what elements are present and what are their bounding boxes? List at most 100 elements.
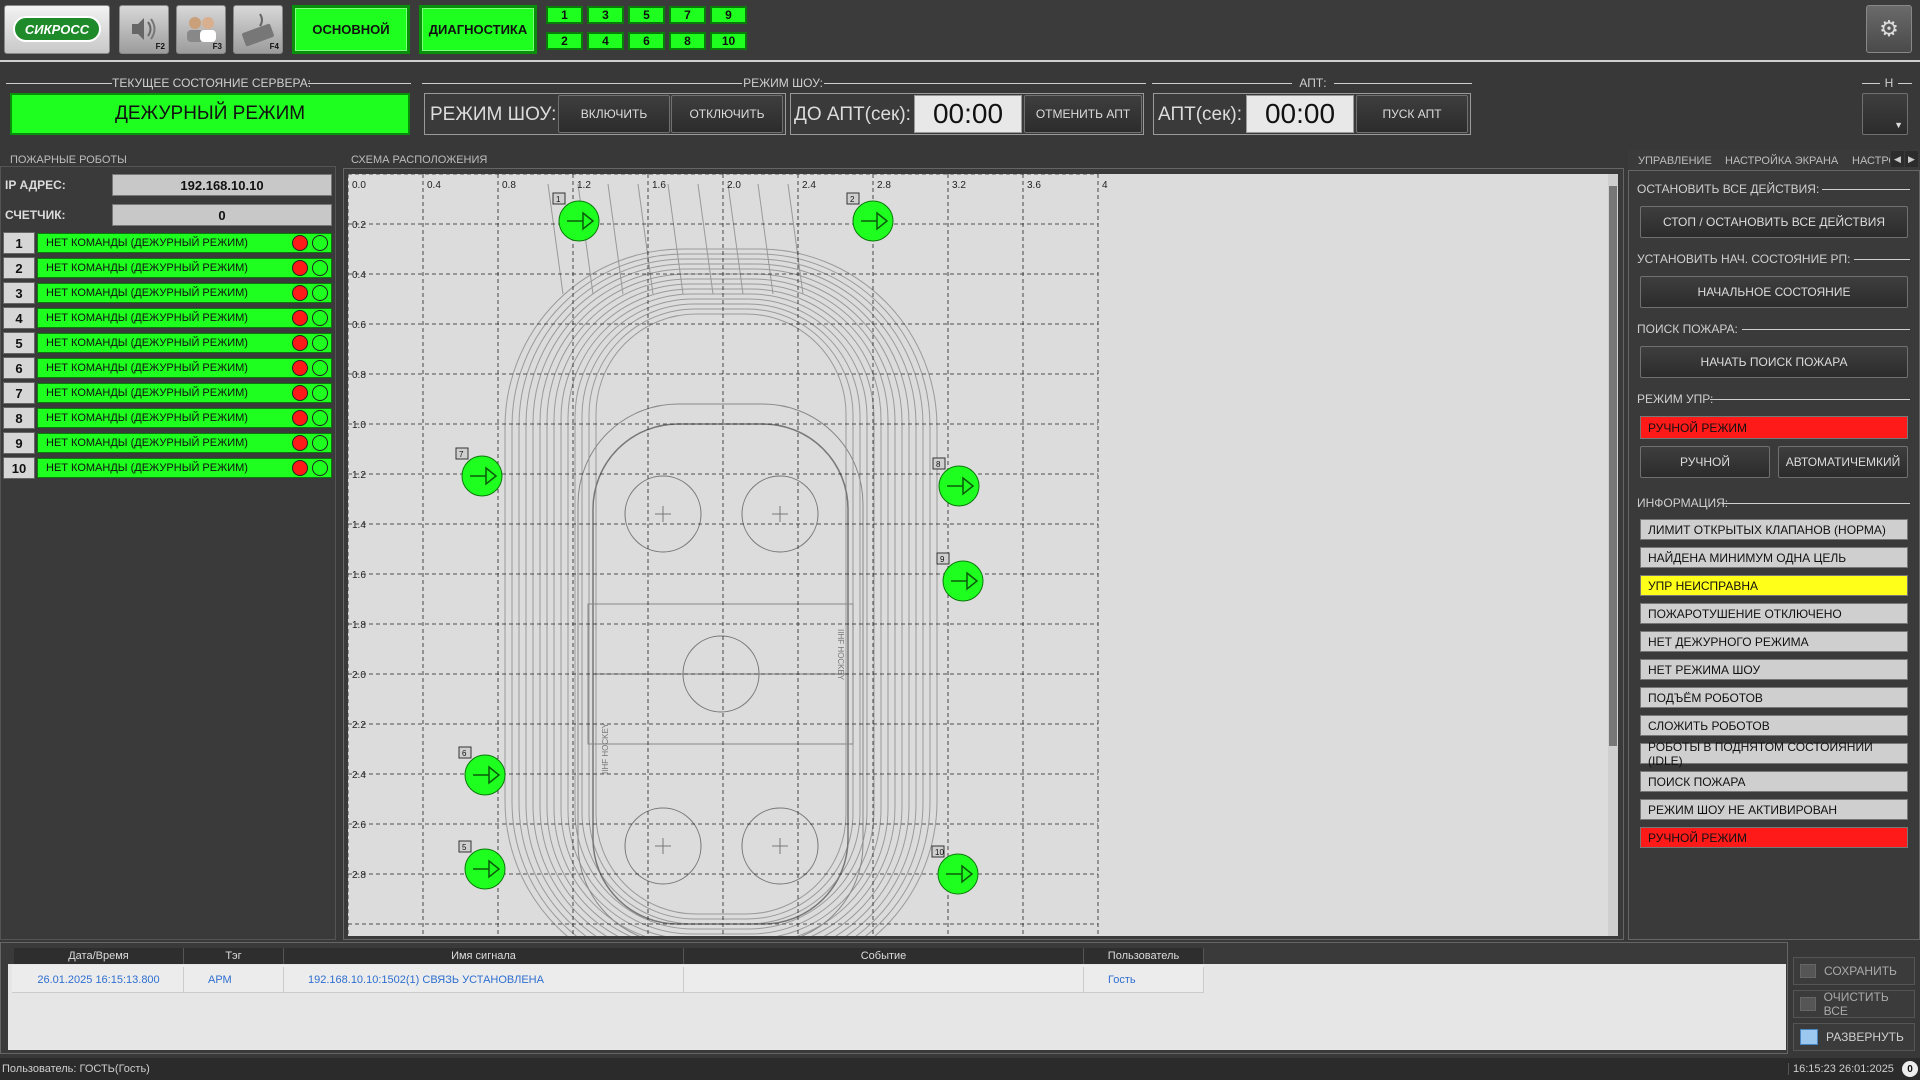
- log-header-event[interactable]: Событие: [684, 948, 1084, 964]
- gear-icon: ⚙: [1879, 16, 1899, 41]
- start-fire-search-button[interactable]: НАЧАТЬ ПОИСК ПОЖАРА: [1640, 346, 1908, 378]
- info-status-row: УПР НЕИСПРАВНА: [1640, 575, 1908, 596]
- stand-ring: [518, 258, 924, 936]
- ok-led: [312, 285, 328, 301]
- log-header-user[interactable]: Пользователь: [1084, 948, 1204, 964]
- manual-mode-button[interactable]: РУЧНОЙ: [1640, 446, 1770, 478]
- log-cell-datetime: 26.01.2025 16:15:13.800: [14, 967, 184, 992]
- robot-number: 10: [3, 457, 35, 479]
- tab-scroll-right[interactable]: ▶: [1905, 151, 1918, 167]
- robot-marker-6[interactable]: 6: [458, 746, 506, 796]
- control-mode-title: РЕЖИМ УПР:: [1637, 392, 1714, 406]
- expand-log-button[interactable]: РАЗВЕРНУТЬ: [1793, 1023, 1915, 1051]
- scheme-scrollbar[interactable]: [1608, 174, 1618, 936]
- screen-2-button[interactable]: 2: [546, 32, 583, 50]
- fault-led: [292, 460, 308, 476]
- clock: 16:15:23 26:01:2025: [1788, 1063, 1900, 1075]
- stop-all-button[interactable]: СТОП / ОСТАНОВИТЬ ВСЕ ДЕЙСТВИЯ: [1640, 206, 1908, 238]
- stand-ring: [567, 293, 875, 935]
- robot-marker-label: 7: [459, 450, 464, 459]
- keyboard-button[interactable]: F4: [233, 5, 283, 54]
- screen-10-button[interactable]: 10: [710, 32, 747, 50]
- robot-row[interactable]: 4 НЕТ КОМАНДЫ (ДЕЖУРНЫЙ РЕЖИМ): [3, 307, 333, 329]
- auto-mode-button[interactable]: АВТОМАТИЧЕМКИЙ: [1778, 446, 1908, 478]
- counter-value: 0: [112, 204, 332, 226]
- robot-row[interactable]: 5 НЕТ КОМАНДЫ (ДЕЖУРНЫЙ РЕЖИМ): [3, 332, 333, 354]
- initial-state-button[interactable]: НАЧАЛЬНОЕ СОСТОЯНИЕ: [1640, 276, 1908, 308]
- screen-6-button[interactable]: 6: [628, 32, 665, 50]
- y-tick-label: 1.0: [352, 420, 366, 431]
- sound-button[interactable]: F2: [119, 5, 169, 54]
- robot-marker-10[interactable]: 10: [931, 845, 979, 895]
- tab-screen-settings[interactable]: НАСТРОЙКА ЭКРАНА: [1725, 155, 1838, 167]
- show-off-button[interactable]: ОТКЛЮЧИТЬ: [671, 95, 783, 133]
- screen-5-button[interactable]: 5: [628, 6, 665, 24]
- show-on-button[interactable]: ВКЛЮЧИТЬ: [558, 95, 670, 133]
- start-apt-button[interactable]: ПУСК АПТ: [1356, 95, 1468, 133]
- robot-marker-8[interactable]: 8: [932, 457, 980, 507]
- robot-row[interactable]: 10 НЕТ КОМАНДЫ (ДЕЖУРНЫЙ РЕЖИМ): [3, 457, 333, 479]
- stand-row: [607, 183, 624, 295]
- tab-settings[interactable]: НАСТРО: [1852, 155, 1890, 167]
- robot-number: 2: [3, 257, 35, 279]
- screen-4-button[interactable]: 4: [587, 32, 624, 50]
- mode-main-button[interactable]: ОСНОВНОЙ: [292, 5, 410, 54]
- settings-button[interactable]: ⚙: [1866, 5, 1912, 53]
- screen-9-button[interactable]: 9: [710, 6, 747, 24]
- robot-row[interactable]: 3 НЕТ КОМАНДЫ (ДЕЖУРНЫЙ РЕЖИМ): [3, 282, 333, 304]
- info-status-row: РУЧНОЙ РЕЖИМ: [1640, 827, 1908, 848]
- ip-value: 192.168.10.10: [112, 174, 332, 196]
- fault-led: [292, 335, 308, 351]
- y-tick-label: 2.0: [352, 670, 366, 681]
- save-log-button[interactable]: СОХРАНИТЬ: [1793, 957, 1915, 985]
- divider: [1710, 399, 1910, 400]
- robot-row[interactable]: 6 НЕТ КОМАНДЫ (ДЕЖУРНЫЙ РЕЖИМ): [3, 357, 333, 379]
- screen-3-button[interactable]: 3: [587, 6, 624, 24]
- x-tick-label: 4: [1102, 180, 1108, 191]
- clear-icon: [1800, 997, 1816, 1011]
- log-cell-tag: АРМ: [184, 967, 284, 992]
- screen-1-button[interactable]: 1: [546, 6, 583, 24]
- y-tick-label: 0.4: [352, 270, 366, 281]
- y-tick-label: 1.8: [352, 620, 366, 631]
- robot-status: НЕТ КОМАНДЫ (ДЕЖУРНЫЙ РЕЖИМ): [37, 408, 332, 428]
- stop-title: ОСТАНОВИТЬ ВСЕ ДЕЙСТВИЯ:: [1637, 182, 1820, 196]
- ok-led: [312, 335, 328, 351]
- status-indicator-icon: 0: [1902, 1061, 1918, 1077]
- clear-log-label: ОЧИСТИТЬ ВСЕ: [1823, 990, 1889, 1018]
- y-tick-label: 1.6: [352, 570, 366, 581]
- robot-marker-label: 2: [850, 195, 855, 204]
- robot-row[interactable]: 1 НЕТ КОМАНДЫ (ДЕЖУРНЫЙ РЕЖИМ): [3, 232, 333, 254]
- robot-row[interactable]: 7 НЕТ КОМАНДЫ (ДЕЖУРНЫЙ РЕЖИМ): [3, 382, 333, 404]
- robot-row[interactable]: 9 НЕТ КОМАНДЫ (ДЕЖУРНЫЙ РЕЖИМ): [3, 432, 333, 454]
- log-header-datetime[interactable]: Дата/Время: [14, 948, 184, 964]
- status-bar: [0, 1058, 1920, 1080]
- screen-7-button[interactable]: 7: [669, 6, 706, 24]
- tab-scroll-left[interactable]: ◀: [1891, 151, 1904, 167]
- tab-control[interactable]: УПРАВЛЕНИЕ: [1638, 155, 1712, 167]
- log-header-signal[interactable]: Имя сигнала: [284, 948, 684, 964]
- expand-log-label: РАЗВЕРНУТЬ: [1826, 1030, 1904, 1044]
- y-tick-label: 2.2: [352, 720, 366, 731]
- users-button[interactable]: F3: [176, 5, 226, 54]
- cancel-apt-button[interactable]: ОТМЕНИТЬ АПТ: [1024, 95, 1142, 133]
- robot-row[interactable]: 2 НЕТ КОМАНДЫ (ДЕЖУРНЫЙ РЕЖИМ): [3, 257, 333, 279]
- x-tick-label: 0.0: [352, 180, 366, 191]
- robot-row[interactable]: 8 НЕТ КОМАНДЫ (ДЕЖУРНЫЙ РЕЖИМ): [3, 407, 333, 429]
- log-header-tag[interactable]: Тэг: [184, 948, 284, 964]
- robot-marker-2[interactable]: 2: [846, 192, 894, 242]
- robot-number: 9: [3, 432, 35, 454]
- scrollbar-thumb[interactable]: [1609, 186, 1617, 746]
- robot-marker-9[interactable]: 9: [936, 552, 984, 602]
- h-dropdown-button[interactable]: ▼: [1862, 93, 1908, 135]
- stand-row: [787, 183, 804, 295]
- mode-diagnostics-button[interactable]: ДИАГНОСТИКА: [419, 5, 537, 54]
- log-cell-user: Гость: [1084, 967, 1204, 992]
- fault-led: [292, 235, 308, 251]
- robot-marker-1[interactable]: 1: [552, 192, 600, 242]
- robots-panel-title: ПОЖАРНЫЕ РОБОТЫ: [10, 154, 127, 166]
- robot-marker-7[interactable]: 7: [455, 447, 503, 497]
- robot-number: 3: [3, 282, 35, 304]
- screen-8-button[interactable]: 8: [669, 32, 706, 50]
- clear-log-button[interactable]: ОЧИСТИТЬ ВСЕ: [1793, 990, 1915, 1018]
